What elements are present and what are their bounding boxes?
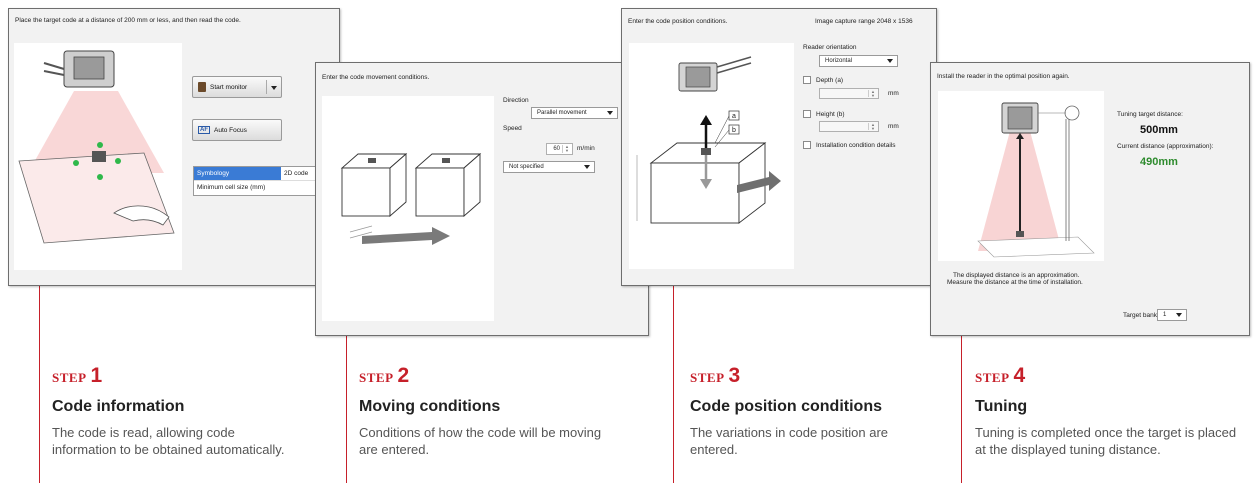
installation-details-label: Installation condition details xyxy=(816,142,896,149)
height-field[interactable]: ▲ ▼ xyxy=(819,121,879,132)
instruction-text: Install the reader in the optimal positi… xyxy=(937,73,1070,80)
auto-focus-label: Auto Focus xyxy=(214,126,247,134)
table-cell-label: Symbology xyxy=(194,167,281,180)
step-word: STEP xyxy=(690,370,725,385)
screenshot-step3: Enter the code position conditions. Imag… xyxy=(621,8,937,286)
target-bank-label: Target bank xyxy=(1123,312,1157,319)
step3-connector-line xyxy=(673,285,674,483)
step4-description: Tuning is completed once the target is p… xyxy=(975,425,1237,457)
step2-label: STEP 2 xyxy=(359,364,409,388)
step-word: STEP xyxy=(52,370,87,385)
screenshot-step1: Place the target code at a distance of 2… xyxy=(8,8,340,286)
code-position-illustration: a b xyxy=(636,56,781,224)
chevron-down-icon xyxy=(887,59,893,63)
image-capture-range: Image capture range 2048 x 1536 xyxy=(815,18,913,25)
chevron-down-icon xyxy=(584,165,590,169)
step-number: 1 xyxy=(90,364,103,387)
start-monitor-button[interactable]: Start monitor xyxy=(192,76,282,98)
instruction-text: Place the target code at a distance of 2… xyxy=(15,17,241,24)
spinner-icon[interactable]: ▲ ▼ xyxy=(562,145,571,153)
step3-description: The variations in code position are ente… xyxy=(690,425,889,457)
illustration-panel xyxy=(14,43,182,270)
instruction-text: Enter the code movement conditions. xyxy=(322,74,430,81)
illustration-panel: a b xyxy=(629,43,794,269)
chevron-down-icon xyxy=(1176,313,1182,317)
step1-description: The code is read, allowing code informat… xyxy=(52,425,285,457)
table-cell-value: 2D code xyxy=(284,170,309,177)
instruction-text: Enter the code position conditions. xyxy=(628,18,728,25)
speed-field[interactable]: 60 ▲ ▼ xyxy=(546,143,573,155)
height-label: Height (b) xyxy=(816,111,845,118)
step3-title: Code position conditions xyxy=(690,398,882,415)
tuning-target-distance-value: 500mm xyxy=(1140,124,1178,136)
screenshot-step4: Install the reader in the optimal positi… xyxy=(930,62,1250,336)
step-word: STEP xyxy=(359,370,394,385)
target-bank-dropdown[interactable]: 1 xyxy=(1157,309,1187,321)
tuning-target-distance-label: Tuning target distance: xyxy=(1117,111,1183,118)
reader-orientation-label: Reader orientation xyxy=(803,44,857,51)
chevron-down-icon[interactable] xyxy=(271,86,277,90)
step2-connector-line xyxy=(346,335,347,483)
camera-icon xyxy=(198,82,206,92)
distance-note-line2: Measure the distance at the time of inst… xyxy=(947,279,1083,286)
reader-orientation-value: Horizontal xyxy=(825,58,853,64)
illustration-panel xyxy=(938,91,1104,261)
step1-title: Code information xyxy=(52,398,185,415)
direction-label: Direction xyxy=(503,97,529,104)
callout-a: a xyxy=(732,113,736,120)
direction-dropdown[interactable]: Parallel movement xyxy=(531,107,618,119)
speed-label: Speed xyxy=(503,125,522,132)
step-word: STEP xyxy=(975,370,1010,385)
step-number: 2 xyxy=(397,364,410,387)
target-bank-value: 1 xyxy=(1163,312,1167,318)
step1-label: STEP 1 xyxy=(52,364,102,388)
boxes-moving-illustration xyxy=(340,153,482,245)
callout-b: b xyxy=(732,127,736,134)
step3-label: STEP 3 xyxy=(690,364,740,388)
step4-title: Tuning xyxy=(975,398,1028,415)
chevron-down-icon xyxy=(607,111,613,115)
speed-mode-dropdown[interactable]: Not specified xyxy=(503,161,595,173)
autofocus-icon: AF xyxy=(198,126,210,134)
depth-unit: mm xyxy=(888,90,899,97)
current-distance-label: Current distance (approximation): xyxy=(1117,143,1214,150)
reader-reading-code-illustration xyxy=(18,50,175,244)
auto-focus-button[interactable]: AF Auto Focus xyxy=(192,119,282,141)
direction-value: Parallel movement xyxy=(537,110,587,116)
speed-value: 60 xyxy=(553,146,560,152)
step2-title: Moving conditions xyxy=(359,398,501,415)
spinner-icon[interactable]: ▲ ▼ xyxy=(868,90,877,98)
depth-label: Depth (a) xyxy=(816,77,844,84)
dropdown-divider xyxy=(266,80,267,94)
distance-note-line1: The displayed distance is an approximati… xyxy=(953,272,1080,279)
step2-description: Conditions of how the code will be movin… xyxy=(359,425,602,457)
depth-checkbox[interactable] xyxy=(803,76,811,84)
tuning-distance-illustration xyxy=(977,102,1095,258)
speed-mode-value: Not specified xyxy=(509,164,544,170)
table-cell-label: Minimum cell size (mm) xyxy=(197,184,266,191)
depth-field[interactable]: ▲ ▼ xyxy=(819,88,879,99)
current-distance-value: 490mm xyxy=(1140,156,1178,168)
screenshot-step2: Enter the code movement conditions. Dire… xyxy=(315,62,649,336)
illustration-panel xyxy=(322,96,494,321)
step1-connector-line xyxy=(39,285,40,483)
spinner-icon[interactable]: ▲ ▼ xyxy=(868,123,877,131)
step4-connector-line xyxy=(961,335,962,483)
height-checkbox[interactable] xyxy=(803,110,811,118)
step4-label: STEP 4 xyxy=(975,364,1025,388)
height-unit: mm xyxy=(888,123,899,130)
installation-details-checkbox[interactable] xyxy=(803,141,811,149)
start-monitor-label: Start monitor xyxy=(210,83,248,91)
step-number: 3 xyxy=(728,364,741,387)
speed-unit: m/min xyxy=(577,145,595,152)
step-number: 4 xyxy=(1013,364,1026,387)
reader-orientation-dropdown[interactable]: Horizontal xyxy=(819,55,898,67)
